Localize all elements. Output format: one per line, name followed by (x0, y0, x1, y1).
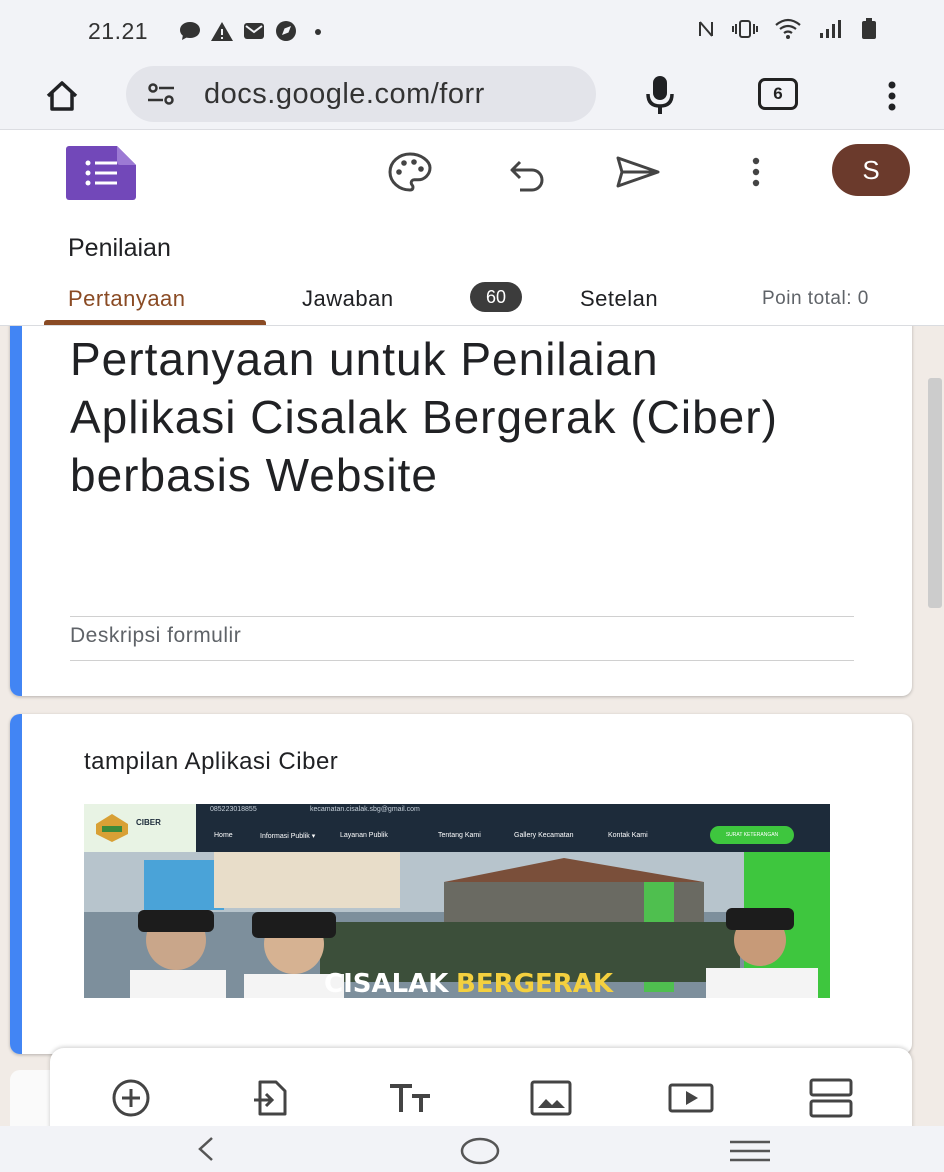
add-section-icon[interactable] (806, 1076, 856, 1120)
address-bar[interactable]: docs.google.com/forr (126, 66, 596, 122)
image-item-title[interactable]: tampilan Aplikasi Ciber (84, 748, 338, 776)
card-accent-bar (10, 714, 22, 1054)
site-cta-button: SURAT KETERANGAN (710, 826, 794, 844)
avatar[interactable]: S (832, 144, 910, 196)
notification-icons (178, 20, 330, 42)
dot-icon (315, 29, 321, 35)
status-bar: 21.21 (0, 0, 944, 62)
wifi-icon (775, 18, 801, 39)
import-questions-icon[interactable] (246, 1076, 296, 1120)
palette-icon[interactable] (386, 150, 434, 194)
banner-photo: CISALAK BERGERAK (84, 852, 830, 998)
tab-settings[interactable]: Setelan (580, 286, 658, 312)
back-icon[interactable] (192, 1134, 222, 1164)
send-icon[interactable] (612, 150, 664, 194)
banner-text-bergerak: BERGERAK (456, 969, 614, 998)
add-item-toolbar (50, 1048, 912, 1126)
nfc-icon (699, 21, 713, 37)
home-nav-icon[interactable] (458, 1136, 502, 1166)
site-nav-item: Layanan Publik (340, 832, 388, 839)
total-points: Poin total: 0 (762, 288, 869, 309)
add-image-icon[interactable] (526, 1076, 576, 1120)
google-forms-logo-icon[interactable] (66, 146, 136, 200)
add-video-icon[interactable] (666, 1076, 716, 1120)
vibrate-icon (732, 20, 758, 38)
banner-text-cisalak: CISALAK (324, 969, 449, 998)
system-icons (696, 18, 878, 40)
browser-toolbar: docs.google.com/forr 6 (0, 62, 944, 130)
site-nav-item: Informasi Publik ▾ (260, 833, 316, 840)
site-phone: 085223018855 (210, 806, 257, 813)
home-icon[interactable] (40, 74, 84, 118)
site-nav-item: Home (214, 832, 233, 839)
site-nav-item: Kontak Kami (608, 832, 648, 839)
site-nav-item: Tentang Kami (438, 832, 481, 839)
url-text[interactable]: docs.google.com/forr (204, 78, 578, 111)
add-question-icon[interactable] (106, 1076, 156, 1120)
site-settings-icon[interactable] (146, 80, 176, 108)
more-options-icon[interactable] (744, 150, 768, 194)
chat-icon (180, 22, 200, 40)
forms-header: S Penilaian Pertanyaan Jawaban 60 Setela… (0, 130, 944, 326)
scrollbar[interactable] (928, 378, 942, 608)
title-divider (70, 616, 854, 617)
form-title[interactable]: Pertanyaan untuk Penilaian Aplikasi Cisa… (70, 330, 790, 504)
browser-menu-icon[interactable] (880, 74, 904, 118)
mail-icon (244, 23, 264, 39)
responses-count-badge: 60 (470, 282, 522, 312)
card-accent-bar (10, 326, 22, 696)
tab-switcher-button[interactable]: 6 (758, 78, 798, 110)
recents-icon[interactable] (728, 1138, 772, 1164)
site-logo: CIBER (84, 804, 196, 852)
tab-questions[interactable]: Pertanyaan (68, 286, 186, 312)
system-nav-bar (0, 1126, 944, 1172)
add-title-icon[interactable] (386, 1076, 436, 1120)
active-tab-indicator (44, 320, 266, 325)
site-brand: CIBER (136, 818, 161, 827)
description-divider (70, 660, 854, 661)
compass-icon (276, 21, 296, 41)
form-editor-content: Pertanyaan untuk Penilaian Aplikasi Cisa… (0, 326, 944, 1126)
tab-responses[interactable]: Jawaban (302, 286, 394, 312)
mic-icon[interactable] (640, 72, 680, 118)
site-nav-item: Gallery Kecamatan (514, 832, 574, 839)
image-item-card[interactable]: tampilan Aplikasi Ciber CIBER 0852230188… (10, 714, 912, 1054)
form-name: Penilaian (68, 234, 171, 262)
signal-icon (820, 20, 841, 38)
undo-icon[interactable] (506, 150, 550, 194)
form-title-card[interactable]: Pertanyaan untuk Penilaian Aplikasi Cisa… (10, 326, 912, 696)
site-email: kecamatan.cisalak.sbg@gmail.com (310, 806, 420, 813)
form-description-field[interactable]: Deskripsi formulir (70, 624, 241, 648)
warning-icon (211, 22, 233, 41)
battery-icon (862, 18, 876, 39)
status-time: 21.21 (88, 18, 149, 44)
emblem-icon (96, 814, 128, 842)
next-card-edge (10, 1070, 50, 1126)
website-screenshot-image[interactable]: CIBER 085223018855 kecamatan.cisalak.sbg… (84, 804, 830, 998)
